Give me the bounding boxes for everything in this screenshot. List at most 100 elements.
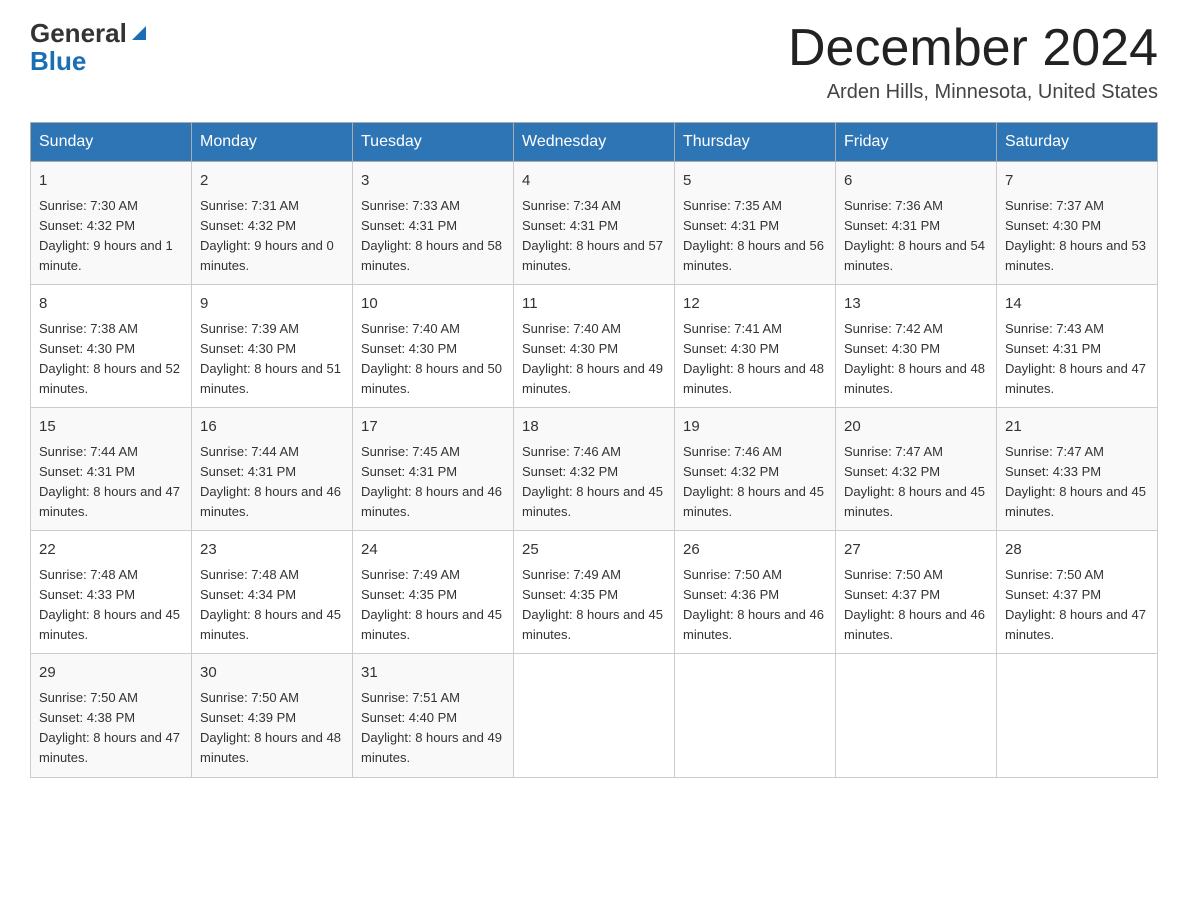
day-info: Sunrise: 7:50 AMSunset: 4:38 PMDaylight:… bbox=[39, 688, 183, 769]
calendar-day-cell: 1 Sunrise: 7:30 AMSunset: 4:32 PMDaylight… bbox=[31, 162, 192, 285]
day-of-week-header: Monday bbox=[192, 123, 353, 162]
day-info: Sunrise: 7:49 AMSunset: 4:35 PMDaylight:… bbox=[522, 565, 666, 646]
day-info: Sunrise: 7:30 AMSunset: 4:32 PMDaylight:… bbox=[39, 196, 183, 277]
day-info: Sunrise: 7:41 AMSunset: 4:30 PMDaylight:… bbox=[683, 319, 827, 400]
day-number: 6 bbox=[844, 170, 988, 193]
day-number: 20 bbox=[844, 416, 988, 439]
logo-blue-text: Blue bbox=[30, 46, 86, 76]
day-number: 16 bbox=[200, 416, 344, 439]
calendar-day-cell: 26 Sunrise: 7:50 AMSunset: 4:36 PMDayligh… bbox=[675, 531, 836, 654]
location-text: Arden Hills, Minnesota, United States bbox=[788, 81, 1158, 104]
day-of-week-header: Friday bbox=[836, 123, 997, 162]
day-info: Sunrise: 7:49 AMSunset: 4:35 PMDaylight:… bbox=[361, 565, 505, 646]
calendar-day-cell: 22 Sunrise: 7:48 AMSunset: 4:33 PMDayligh… bbox=[31, 531, 192, 654]
calendar-day-cell: 11 Sunrise: 7:40 AMSunset: 4:30 PMDayligh… bbox=[514, 285, 675, 408]
calendar-day-cell: 6 Sunrise: 7:36 AMSunset: 4:31 PMDaylight… bbox=[836, 162, 997, 285]
calendar-day-cell: 16 Sunrise: 7:44 AMSunset: 4:31 PMDayligh… bbox=[192, 408, 353, 531]
day-info: Sunrise: 7:36 AMSunset: 4:31 PMDaylight:… bbox=[844, 196, 988, 277]
calendar-day-cell: 27 Sunrise: 7:50 AMSunset: 4:37 PMDayligh… bbox=[836, 531, 997, 654]
day-number: 22 bbox=[39, 539, 183, 562]
calendar-day-cell: 12 Sunrise: 7:41 AMSunset: 4:30 PMDayligh… bbox=[675, 285, 836, 408]
calendar-day-cell: 10Sunrise: 7:40 AMSunset: 4:30 PMDayligh… bbox=[353, 285, 514, 408]
calendar-table: SundayMondayTuesdayWednesdayThursdayFrid… bbox=[30, 122, 1158, 777]
day-info: Sunrise: 7:46 AMSunset: 4:32 PMDaylight:… bbox=[522, 442, 666, 523]
calendar-body: 1 Sunrise: 7:30 AMSunset: 4:32 PMDaylight… bbox=[31, 162, 1158, 777]
day-info: Sunrise: 7:37 AMSunset: 4:30 PMDaylight:… bbox=[1005, 196, 1149, 277]
day-number: 19 bbox=[683, 416, 827, 439]
day-number: 17 bbox=[361, 416, 505, 439]
calendar-day-cell: 24 Sunrise: 7:49 AMSunset: 4:35 PMDayligh… bbox=[353, 531, 514, 654]
calendar-day-cell: 19Sunrise: 7:46 AMSunset: 4:32 PMDayligh… bbox=[675, 408, 836, 531]
day-info: Sunrise: 7:48 AMSunset: 4:34 PMDaylight:… bbox=[200, 565, 344, 646]
day-info: Sunrise: 7:50 AMSunset: 4:39 PMDaylight:… bbox=[200, 688, 344, 769]
day-number: 29 bbox=[39, 662, 183, 685]
calendar-day-cell bbox=[675, 654, 836, 777]
calendar-header: SundayMondayTuesdayWednesdayThursdayFrid… bbox=[31, 123, 1158, 162]
day-info: Sunrise: 7:43 AMSunset: 4:31 PMDaylight:… bbox=[1005, 319, 1149, 400]
calendar-day-cell: 20 Sunrise: 7:47 AMSunset: 4:32 PMDayligh… bbox=[836, 408, 997, 531]
day-of-week-header: Saturday bbox=[997, 123, 1158, 162]
calendar-day-cell: 8 Sunrise: 7:38 AMSunset: 4:30 PMDaylight… bbox=[31, 285, 192, 408]
day-number: 25 bbox=[522, 539, 666, 562]
calendar-day-cell: 29 Sunrise: 7:50 AMSunset: 4:38 PMDayligh… bbox=[31, 654, 192, 777]
calendar-day-cell: 17 Sunrise: 7:45 AMSunset: 4:31 PMDayligh… bbox=[353, 408, 514, 531]
calendar-week-row: 1 Sunrise: 7:30 AMSunset: 4:32 PMDaylight… bbox=[31, 162, 1158, 285]
calendar-day-cell: 21Sunrise: 7:47 AMSunset: 4:33 PMDayligh… bbox=[997, 408, 1158, 531]
calendar-week-row: 22 Sunrise: 7:48 AMSunset: 4:33 PMDayligh… bbox=[31, 531, 1158, 654]
calendar-day-cell: 15 Sunrise: 7:44 AMSunset: 4:31 PMDayligh… bbox=[31, 408, 192, 531]
day-number: 1 bbox=[39, 170, 183, 193]
day-number: 8 bbox=[39, 293, 183, 316]
day-info: Sunrise: 7:44 AMSunset: 4:31 PMDaylight:… bbox=[39, 442, 183, 523]
day-info: Sunrise: 7:48 AMSunset: 4:33 PMDaylight:… bbox=[39, 565, 183, 646]
calendar-day-cell: 13Sunrise: 7:42 AMSunset: 4:30 PMDayligh… bbox=[836, 285, 997, 408]
day-number: 27 bbox=[844, 539, 988, 562]
day-of-week-header: Thursday bbox=[675, 123, 836, 162]
day-info: Sunrise: 7:45 AMSunset: 4:31 PMDaylight:… bbox=[361, 442, 505, 523]
day-number: 21 bbox=[1005, 416, 1149, 439]
day-number: 26 bbox=[683, 539, 827, 562]
day-number: 3 bbox=[361, 170, 505, 193]
calendar-day-cell bbox=[514, 654, 675, 777]
calendar-day-cell: 14 Sunrise: 7:43 AMSunset: 4:31 PMDayligh… bbox=[997, 285, 1158, 408]
day-info: Sunrise: 7:50 AMSunset: 4:36 PMDaylight:… bbox=[683, 565, 827, 646]
calendar-day-cell: 25 Sunrise: 7:49 AMSunset: 4:35 PMDayligh… bbox=[514, 531, 675, 654]
day-info: Sunrise: 7:35 AMSunset: 4:31 PMDaylight:… bbox=[683, 196, 827, 277]
day-info: Sunrise: 7:39 AMSunset: 4:30 PMDaylight:… bbox=[200, 319, 344, 400]
day-number: 31 bbox=[361, 662, 505, 685]
calendar-day-cell bbox=[997, 654, 1158, 777]
days-of-week-row: SundayMondayTuesdayWednesdayThursdayFrid… bbox=[31, 123, 1158, 162]
day-of-week-header: Sunday bbox=[31, 123, 192, 162]
logo: General Blue bbox=[30, 20, 151, 77]
calendar-day-cell: 7 Sunrise: 7:37 AMSunset: 4:30 PMDaylight… bbox=[997, 162, 1158, 285]
day-info: Sunrise: 7:42 AMSunset: 4:30 PMDaylight:… bbox=[844, 319, 988, 400]
calendar-day-cell: 4Sunrise: 7:34 AMSunset: 4:31 PMDaylight… bbox=[514, 162, 675, 285]
day-number: 9 bbox=[200, 293, 344, 316]
day-number: 11 bbox=[522, 293, 666, 316]
day-info: Sunrise: 7:40 AMSunset: 4:30 PMDaylight:… bbox=[522, 319, 666, 400]
calendar-day-cell: 18 Sunrise: 7:46 AMSunset: 4:32 PMDayligh… bbox=[514, 408, 675, 531]
logo-triangle-icon bbox=[128, 22, 150, 44]
calendar-day-cell: 30 Sunrise: 7:50 AMSunset: 4:39 PMDayligh… bbox=[192, 654, 353, 777]
day-number: 7 bbox=[1005, 170, 1149, 193]
day-number: 12 bbox=[683, 293, 827, 316]
calendar-day-cell: 9 Sunrise: 7:39 AMSunset: 4:30 PMDaylight… bbox=[192, 285, 353, 408]
calendar-week-row: 8 Sunrise: 7:38 AMSunset: 4:30 PMDaylight… bbox=[31, 285, 1158, 408]
day-number: 14 bbox=[1005, 293, 1149, 316]
day-number: 28 bbox=[1005, 539, 1149, 562]
day-number: 18 bbox=[522, 416, 666, 439]
day-number: 2 bbox=[200, 170, 344, 193]
day-info: Sunrise: 7:44 AMSunset: 4:31 PMDaylight:… bbox=[200, 442, 344, 523]
day-info: Sunrise: 7:50 AMSunset: 4:37 PMDaylight:… bbox=[844, 565, 988, 646]
day-info: Sunrise: 7:38 AMSunset: 4:30 PMDaylight:… bbox=[39, 319, 183, 400]
calendar-day-cell bbox=[836, 654, 997, 777]
day-number: 30 bbox=[200, 662, 344, 685]
calendar-day-cell: 5 Sunrise: 7:35 AMSunset: 4:31 PMDaylight… bbox=[675, 162, 836, 285]
day-info: Sunrise: 7:31 AMSunset: 4:32 PMDaylight:… bbox=[200, 196, 344, 277]
day-number: 5 bbox=[683, 170, 827, 193]
day-number: 24 bbox=[361, 539, 505, 562]
day-number: 15 bbox=[39, 416, 183, 439]
logo-general-text: General bbox=[30, 20, 127, 46]
month-title: December 2024 bbox=[788, 20, 1158, 77]
calendar-week-row: 15 Sunrise: 7:44 AMSunset: 4:31 PMDayligh… bbox=[31, 408, 1158, 531]
day-info: Sunrise: 7:47 AMSunset: 4:32 PMDaylight:… bbox=[844, 442, 988, 523]
